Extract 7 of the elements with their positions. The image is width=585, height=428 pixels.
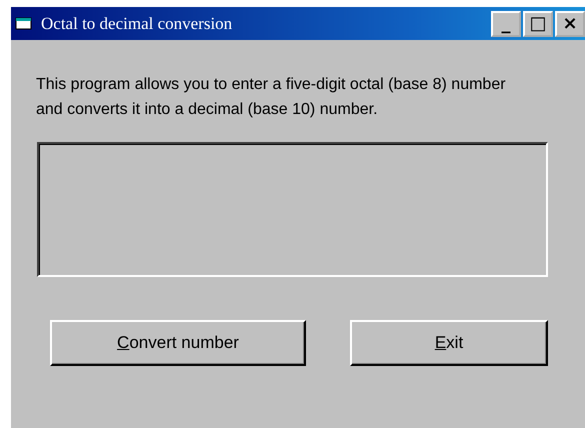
description-text: This program allows you to enter a five-digit octal (base 8) number and converts it into a decimal (base 10) number. [36,75,507,120]
maximize-button[interactable]: □ [523,10,553,36]
window-title: Octal to decimal conversion [41,14,234,34]
exit-button[interactable]: Exit [350,320,548,366]
convert-button[interactable]: Convert number [50,320,306,366]
minimize-button[interactable]: _ [491,10,521,36]
close-button[interactable]: × [555,10,585,36]
